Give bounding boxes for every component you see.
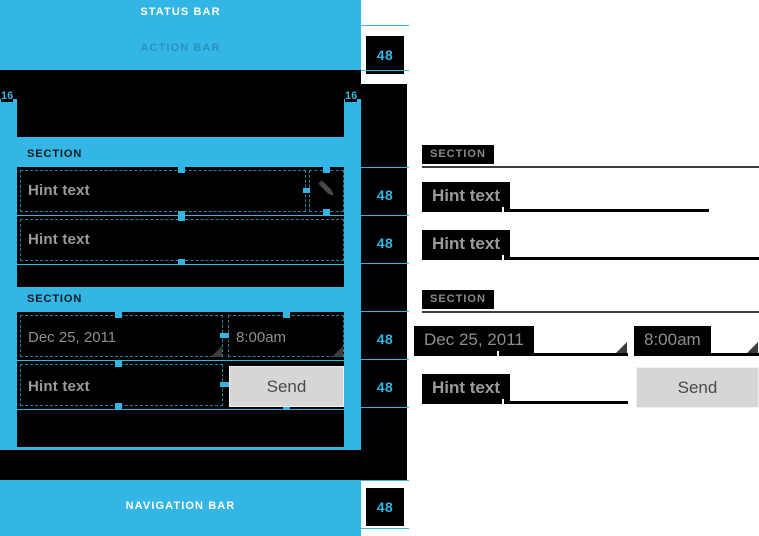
- left-field-3-handle-top[interactable]: [115, 360, 122, 367]
- spacing-badge: 48: [366, 176, 404, 214]
- keyline: [361, 480, 409, 481]
- spacing-badge: 48: [366, 224, 404, 262]
- right-render-panel: SECTION Hint text Hint text SECTION Dec …: [409, 0, 759, 536]
- right-section-2-label: SECTION: [422, 290, 494, 309]
- keyline-marker-left: 16: [1, 90, 14, 102]
- left-bottom-block-inner: [17, 410, 344, 447]
- right-time-underline: [634, 353, 759, 356]
- right-section-1-label: SECTION: [422, 145, 494, 164]
- keyline: [361, 25, 409, 26]
- left-date-handle-top[interactable]: [115, 311, 122, 318]
- right-time-spinner-icon[interactable]: [747, 342, 758, 353]
- spacing-badge: 48: [366, 488, 404, 526]
- right-time-value: 8:00am: [634, 326, 711, 354]
- right-section-2-rule: [422, 311, 759, 313]
- right-field-3-underline: [422, 401, 628, 404]
- keyline: [361, 70, 409, 71]
- badge-fill-bottom: [361, 448, 407, 480]
- action-bar-label: ACTION BAR: [140, 42, 221, 54]
- spacing-badge: 48: [366, 36, 404, 74]
- right-date-value: Dec 25, 2011: [414, 326, 534, 354]
- left-field-1-handle-icon-top[interactable]: [323, 166, 330, 173]
- right-field-2-tick: [502, 255, 504, 262]
- left-section-2-label: SECTION: [27, 293, 83, 305]
- keyline-marker-right: 16: [345, 90, 358, 102]
- left-field-1-hint: Hint text: [28, 182, 90, 199]
- right-field-1-tick: [502, 207, 504, 214]
- right-section-1-rule: [422, 166, 759, 168]
- right-field-1-underline: [422, 209, 709, 212]
- left-field-3-hint: Hint text: [28, 378, 90, 395]
- right-field-3-hint: Hint text: [422, 374, 510, 402]
- pencil-icon[interactable]: [314, 176, 340, 202]
- right-date-underline: [414, 353, 628, 356]
- left-field-1-handle-top[interactable]: [178, 166, 185, 173]
- right-field-3-tick: [502, 399, 504, 406]
- right-field-1-hint: Hint text: [422, 182, 510, 210]
- spec-sheet-canvas: STATUS BAR ACTION BAR 16 16 SECTION Hint…: [0, 0, 759, 536]
- right-field-2-hint: Hint text: [422, 230, 510, 258]
- left-spacer-block: [17, 265, 344, 287]
- left-field-1-handle-gap[interactable]: [303, 188, 310, 193]
- left-field-3-handle-bottom[interactable]: [115, 403, 122, 410]
- navigation-bar-label: NAVIGATION BAR: [125, 500, 236, 512]
- content-backdrop-upper: [17, 99, 344, 137]
- left-field-1-handle-icon-bottom[interactable]: [323, 209, 330, 216]
- right-date-spinner-icon[interactable]: [616, 342, 627, 353]
- left-bottom-block-full: [0, 450, 361, 480]
- left-date-time-gap-handle[interactable]: [220, 333, 229, 338]
- right-field-2-underline: [422, 257, 759, 260]
- spacing-badge: 48: [366, 368, 404, 406]
- left-send-button[interactable]: Send: [229, 366, 344, 407]
- right-send-button[interactable]: Send: [636, 367, 759, 408]
- left-spec-panel: STATUS BAR ACTION BAR 16 16 SECTION Hint…: [0, 0, 361, 536]
- keyline: [361, 528, 409, 529]
- content-backdrop-top: [0, 70, 361, 99]
- left-time-value: 8:00am: [236, 329, 287, 346]
- left-date-value: Dec 25, 2011: [28, 329, 117, 346]
- left-time-handle-top[interactable]: [283, 311, 290, 318]
- status-bar-label: STATUS BAR: [140, 6, 221, 18]
- left-field-2-hint: Hint text: [28, 231, 90, 248]
- badge-column: [361, 0, 409, 536]
- left-field-2-handle-top[interactable]: [178, 214, 185, 221]
- right-date-tick: [497, 351, 499, 358]
- left-date-spinner-icon[interactable]: [211, 346, 222, 357]
- left-section-1-label: SECTION: [27, 148, 83, 160]
- spacing-badge: 48: [366, 320, 404, 358]
- left-send-gap-handle[interactable]: [220, 382, 229, 387]
- left-time-spinner-icon[interactable]: [332, 346, 343, 357]
